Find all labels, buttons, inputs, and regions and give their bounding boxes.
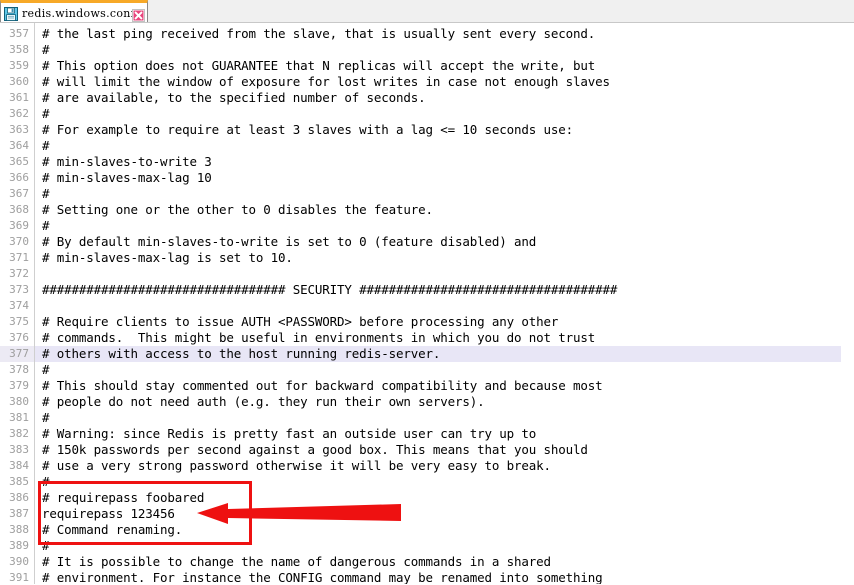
line-number: 360 [9,75,29,88]
line-number: 362 [9,107,29,120]
code-line[interactable]: # min-slaves-max-lag is set to 10. [35,250,854,266]
code-line[interactable]: # commands. This might be useful in envi… [35,330,854,346]
code-line[interactable] [35,298,854,314]
tab-bar: redis.windows.conf [0,0,854,23]
code-line[interactable]: # min-slaves-max-lag 10 [35,170,854,186]
code-text-area[interactable]: # the last ping received from the slave,… [35,23,854,584]
code-line[interactable]: # [35,410,854,426]
code-line[interactable]: # min-slaves-to-write 3 [35,154,854,170]
code-line[interactable]: # Warning: since Redis is pretty fast an… [35,426,854,442]
line-number: 361 [9,91,29,104]
code-line[interactable]: # Require clients to issue AUTH <PASSWOR… [35,314,854,330]
code-line[interactable]: # requirepass foobared [35,490,854,506]
line-number: 389 [9,539,29,552]
line-number: 387 [9,507,29,520]
line-number: 359 [9,59,29,72]
code-line[interactable]: # are available, to the specified number… [35,90,854,106]
line-number: 390 [9,555,29,568]
code-line[interactable]: # [35,362,854,378]
code-line[interactable]: # By default min-slaves-to-write is set … [35,234,854,250]
line-number: 375 [9,315,29,328]
close-icon[interactable] [132,7,145,22]
line-number: 385 [9,475,29,488]
code-line[interactable]: # will limit the window of exposure for … [35,74,854,90]
line-number: 384 [9,459,29,472]
code-line[interactable]: # This should stay commented out for bac… [35,378,854,394]
code-editor[interactable]: 357 358 359 360 361 362 363 364 365 366 367 368 369 3… [0,23,854,584]
code-line[interactable]: requirepass 123456 [35,506,854,522]
code-line[interactable]: # Command renaming. [35,522,854,538]
code-line[interactable]: # the last ping received from the slave,… [35,26,854,42]
line-number: 364 [9,139,29,152]
line-number: 368 [9,203,29,216]
floppy-disk-icon [4,6,18,21]
line-number: 386 [9,491,29,504]
line-number: 377 [0,346,34,362]
tab-title: redis.windows.conf [22,6,132,20]
line-number: 372 [9,267,29,280]
code-line[interactable]: # [35,106,854,122]
line-number: 365 [9,155,29,168]
code-line[interactable]: ################################# SECURI… [35,282,854,298]
code-line[interactable] [35,266,854,282]
line-number: 369 [9,219,29,232]
code-line[interactable]: # others with access to the host running… [35,346,841,362]
code-line[interactable]: # 150k passwords per second against a go… [35,442,854,458]
code-line[interactable]: # [35,218,854,234]
line-number: 374 [9,299,29,312]
line-number: 370 [9,235,29,248]
line-number: 378 [9,363,29,376]
code-line[interactable]: # [35,538,854,554]
line-number: 363 [9,123,29,136]
line-number: 379 [9,379,29,392]
line-number: 358 [9,43,29,56]
line-number: 373 [9,283,29,296]
editor-tab-redis-windows-conf[interactable]: redis.windows.conf [0,0,148,23]
line-number: 381 [9,411,29,424]
code-line[interactable]: # [35,186,854,202]
line-number-gutter: 357 358 359 360 361 362 363 364 365 366 367 368 369 3… [0,23,35,584]
code-line[interactable]: # [35,42,854,58]
code-line[interactable]: # This option does not GUARANTEE that N … [35,58,854,74]
line-number: 376 [9,331,29,344]
line-number: 357 [9,27,29,40]
code-line[interactable]: # environment. For instance the CONFIG c… [35,570,854,584]
code-line[interactable]: # use a very strong password otherwise i… [35,458,854,474]
line-number: 367 [9,187,29,200]
line-number: 366 [9,171,29,184]
line-number: 382 [9,427,29,440]
line-number: 388 [9,523,29,536]
code-line[interactable]: # [35,474,854,490]
code-line[interactable]: # Setting one or the other to 0 disables… [35,202,854,218]
line-number: 383 [9,443,29,456]
code-line[interactable]: # It is possible to change the name of d… [35,554,854,570]
line-number: 371 [9,251,29,264]
code-line[interactable]: # For example to require at least 3 slav… [35,122,854,138]
code-line[interactable]: # people do not need auth (e.g. they run… [35,394,854,410]
code-line[interactable]: # [35,138,854,154]
line-number: 380 [9,395,29,408]
line-number: 391 [9,571,29,584]
